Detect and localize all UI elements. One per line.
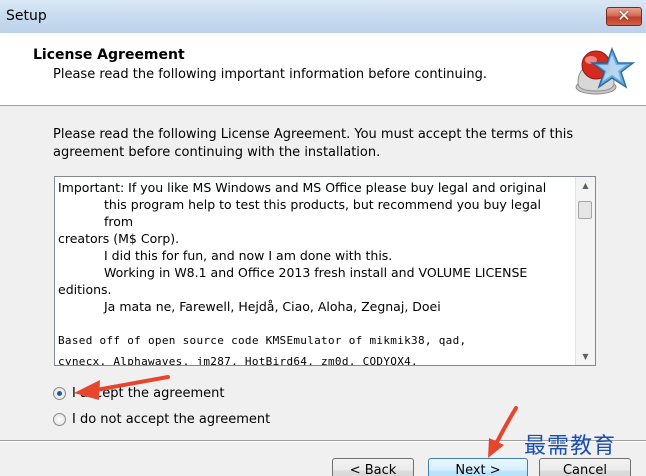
license-line: cynecx, Alphawaves, jm287, HotBird64, zm…	[58, 355, 418, 366]
decline-radio[interactable]	[53, 412, 66, 426]
license-line: I did this for fun, and now I am done wi…	[104, 248, 393, 263]
setup-window: Setup ✕ License Agreement Please read th…	[0, 0, 646, 476]
license-text-box[interactable]: Important: If you like MS Windows and MS…	[54, 176, 596, 366]
watermark-text: 最需教育	[524, 434, 617, 459]
license-line: this program help to test this products,…	[104, 197, 542, 229]
scroll-thumb[interactable]	[578, 201, 592, 219]
decline-option[interactable]: I do not accept the agreement	[53, 410, 270, 428]
window-title: Setup	[6, 8, 47, 24]
license-text: Important: If you like MS Windows and MS…	[58, 179, 570, 366]
close-button[interactable]: ✕	[606, 6, 642, 26]
license-line: Important: If you like MS Windows and MS…	[58, 180, 547, 195]
accept-option[interactable]: I accept the agreement	[53, 384, 224, 402]
page-title: License Agreement	[33, 47, 185, 63]
license-line: Working in W8.1 and Office 2013 fresh in…	[104, 265, 528, 280]
accept-label: I accept the agreement	[72, 385, 225, 401]
scroll-down-icon[interactable]: ▼	[576, 348, 595, 365]
license-line: editions.	[58, 282, 112, 297]
accept-radio[interactable]	[53, 386, 66, 400]
wizard-header: License Agreement Please read the follow…	[0, 33, 646, 106]
license-line: creators (M$ Corp).	[58, 231, 180, 246]
scroll-up-icon[interactable]: ▲	[576, 177, 595, 194]
cancel-button[interactable]: Cancel	[539, 458, 631, 476]
intro-text: Please read the following License Agreem…	[53, 127, 574, 160]
license-scrollbar[interactable]: ▲ ▼	[575, 177, 595, 365]
setup-wizard-logo-icon	[575, 46, 636, 95]
next-button[interactable]: Next >	[428, 458, 528, 476]
decline-label: I do not accept the agreement	[72, 411, 271, 427]
back-button[interactable]: < Back	[332, 458, 414, 476]
page-subtitle: Please read the following important info…	[53, 67, 488, 82]
title-bar: Setup ✕	[0, 0, 646, 34]
close-icon: ✕	[617, 6, 631, 25]
arrow-to-next-icon	[488, 406, 518, 458]
license-line: Based off of open source code KMSEmulato…	[58, 334, 467, 347]
license-line: Ja mata ne, Farewell, Hejdå, Ciao, Aloha…	[104, 299, 441, 314]
